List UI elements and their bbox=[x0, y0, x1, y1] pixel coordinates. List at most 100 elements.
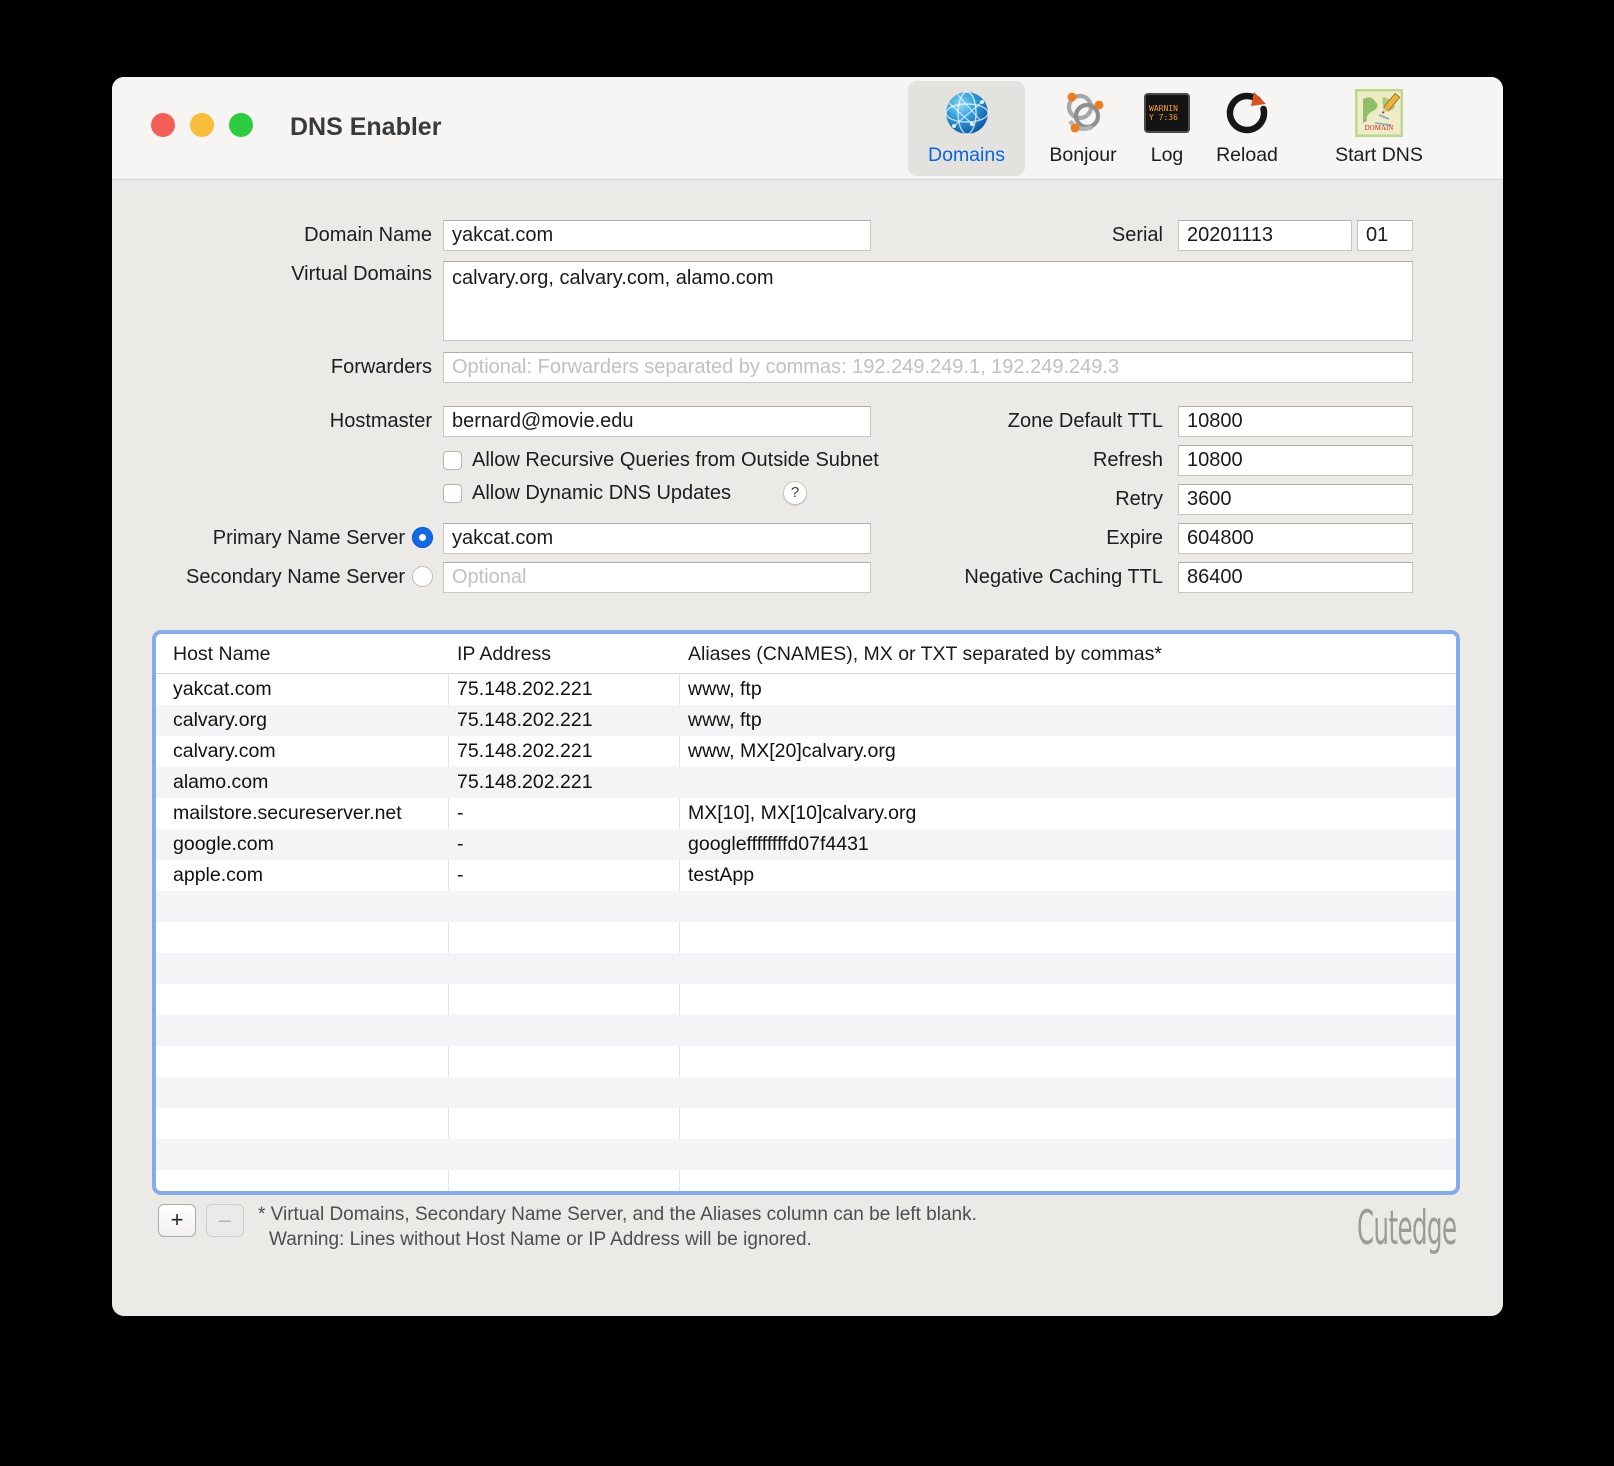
zoom-window-button[interactable] bbox=[229, 113, 253, 137]
virtual-domains-textarea[interactable]: calvary.org, calvary.com, alamo.com bbox=[443, 261, 1413, 341]
zone-default-ttl-input[interactable] bbox=[1178, 406, 1413, 437]
cell-ip-address[interactable]: - bbox=[448, 829, 679, 860]
table-row[interactable] bbox=[156, 1170, 1456, 1191]
cell-host-name[interactable]: apple.com bbox=[156, 860, 448, 891]
table-row[interactable] bbox=[156, 1108, 1456, 1139]
cell-ip-address[interactable]: 75.148.202.221 bbox=[448, 736, 679, 767]
table-row[interactable] bbox=[156, 1139, 1456, 1170]
cell-host-name[interactable]: alamo.com bbox=[156, 767, 448, 798]
cell-host-name[interactable] bbox=[156, 1170, 448, 1191]
cell-host-name[interactable] bbox=[156, 1108, 448, 1139]
cell-host-name[interactable] bbox=[156, 1077, 448, 1108]
cell-ip-address[interactable] bbox=[448, 922, 679, 953]
negative-caching-ttl-input[interactable] bbox=[1178, 562, 1413, 593]
table-row[interactable] bbox=[156, 1077, 1456, 1108]
serial-suffix-input[interactable] bbox=[1357, 220, 1413, 251]
host-table[interactable]: Host Name IP Address Aliases (CNAMES), M… bbox=[152, 630, 1460, 1195]
cell-host-name[interactable]: google.com bbox=[156, 829, 448, 860]
cell-host-name[interactable] bbox=[156, 984, 448, 1015]
cell-ip-address[interactable]: 75.148.202.221 bbox=[448, 674, 679, 705]
table-row[interactable] bbox=[156, 1046, 1456, 1077]
cell-host-name[interactable] bbox=[156, 922, 448, 953]
cell-aliases[interactable] bbox=[679, 1108, 1456, 1139]
table-row[interactable]: calvary.com75.148.202.221www, MX[20]calv… bbox=[156, 736, 1456, 767]
table-row[interactable] bbox=[156, 922, 1456, 953]
serial-input[interactable] bbox=[1178, 220, 1352, 251]
table-row[interactable]: apple.com-testApp bbox=[156, 860, 1456, 891]
table-row[interactable] bbox=[156, 1015, 1456, 1046]
cell-aliases[interactable] bbox=[679, 922, 1456, 953]
forwarders-input[interactable] bbox=[443, 352, 1413, 383]
toolbar-item-start-dns[interactable]: DOMAIN Start DNS bbox=[1324, 81, 1434, 176]
cell-ip-address[interactable]: 75.148.202.221 bbox=[448, 767, 679, 798]
secondary-name-server-radio[interactable] bbox=[412, 566, 433, 587]
column-header-ip-address[interactable]: IP Address bbox=[448, 634, 679, 674]
cell-host-name[interactable] bbox=[156, 953, 448, 984]
column-header-host-name[interactable]: Host Name bbox=[156, 634, 448, 674]
cell-ip-address[interactable] bbox=[448, 1170, 679, 1191]
minimize-window-button[interactable] bbox=[190, 113, 214, 137]
table-row[interactable]: google.com-googleffffffffd07f4431 bbox=[156, 829, 1456, 860]
add-row-button[interactable]: + bbox=[158, 1204, 196, 1237]
table-row[interactable] bbox=[156, 984, 1456, 1015]
cell-aliases[interactable]: MX[10], MX[10]calvary.org bbox=[679, 798, 1456, 829]
remove-row-button[interactable]: – bbox=[206, 1204, 244, 1237]
table-row[interactable]: calvary.org75.148.202.221www, ftp bbox=[156, 705, 1456, 736]
cell-host-name[interactable]: calvary.com bbox=[156, 736, 448, 767]
cell-host-name[interactable]: calvary.org bbox=[156, 705, 448, 736]
refresh-input[interactable] bbox=[1178, 445, 1413, 476]
hostmaster-input[interactable] bbox=[443, 406, 871, 437]
cell-aliases[interactable] bbox=[679, 1046, 1456, 1077]
cell-aliases[interactable] bbox=[679, 891, 1456, 922]
cell-aliases[interactable] bbox=[679, 1015, 1456, 1046]
cell-aliases[interactable]: testApp bbox=[679, 860, 1456, 891]
cell-host-name[interactable] bbox=[156, 1046, 448, 1077]
table-row[interactable]: alamo.com75.148.202.221 bbox=[156, 767, 1456, 798]
cell-aliases[interactable] bbox=[679, 1139, 1456, 1170]
close-window-button[interactable] bbox=[151, 113, 175, 137]
cell-ip-address[interactable] bbox=[448, 984, 679, 1015]
cell-aliases[interactable] bbox=[679, 767, 1456, 798]
cell-ip-address[interactable]: - bbox=[448, 798, 679, 829]
cell-host-name[interactable]: mailstore.secureserver.net bbox=[156, 798, 448, 829]
cell-ip-address[interactable] bbox=[448, 1046, 679, 1077]
table-row[interactable]: mailstore.secureserver.net-MX[10], MX[10… bbox=[156, 798, 1456, 829]
domain-name-input[interactable] bbox=[443, 220, 871, 251]
cell-aliases[interactable]: www, MX[20]calvary.org bbox=[679, 736, 1456, 767]
cell-host-name[interactable] bbox=[156, 1015, 448, 1046]
retry-input[interactable] bbox=[1178, 484, 1413, 515]
toolbar-item-reload[interactable]: Reload bbox=[1204, 81, 1290, 176]
cell-aliases[interactable] bbox=[679, 1077, 1456, 1108]
cell-host-name[interactable]: yakcat.com bbox=[156, 674, 448, 705]
cell-ip-address[interactable]: 75.148.202.221 bbox=[448, 705, 679, 736]
cell-ip-address[interactable] bbox=[448, 1077, 679, 1108]
toolbar-item-log[interactable]: WARNIN Y 7:36 Log bbox=[1140, 81, 1194, 176]
allow-dynamic-checkbox[interactable] bbox=[443, 484, 462, 503]
table-row[interactable]: yakcat.com75.148.202.221www, ftp bbox=[156, 674, 1456, 705]
toolbar-item-bonjour[interactable]: Bonjour bbox=[1037, 81, 1129, 176]
cell-ip-address[interactable] bbox=[448, 891, 679, 922]
cell-ip-address[interactable] bbox=[448, 953, 679, 984]
table-row[interactable] bbox=[156, 891, 1456, 922]
cell-aliases[interactable] bbox=[679, 1170, 1456, 1191]
cell-ip-address[interactable] bbox=[448, 1015, 679, 1046]
cell-host-name[interactable] bbox=[156, 1139, 448, 1170]
primary-name-server-input[interactable] bbox=[443, 523, 871, 554]
cell-ip-address[interactable] bbox=[448, 1108, 679, 1139]
allow-recursive-checkbox[interactable] bbox=[443, 451, 462, 470]
cell-ip-address[interactable] bbox=[448, 1139, 679, 1170]
table-row[interactable] bbox=[156, 953, 1456, 984]
column-header-aliases[interactable]: Aliases (CNAMES), MX or TXT separated by… bbox=[679, 634, 1456, 674]
cell-host-name[interactable] bbox=[156, 891, 448, 922]
cell-aliases[interactable]: www, ftp bbox=[679, 674, 1456, 705]
cell-aliases[interactable] bbox=[679, 984, 1456, 1015]
cell-aliases[interactable]: www, ftp bbox=[679, 705, 1456, 736]
cell-ip-address[interactable]: - bbox=[448, 860, 679, 891]
expire-input[interactable] bbox=[1178, 523, 1413, 554]
cell-aliases[interactable]: googleffffffffd07f4431 bbox=[679, 829, 1456, 860]
cell-aliases[interactable] bbox=[679, 953, 1456, 984]
help-button[interactable]: ? bbox=[783, 481, 807, 505]
primary-name-server-radio[interactable] bbox=[412, 527, 433, 548]
secondary-name-server-input[interactable] bbox=[443, 562, 871, 593]
toolbar-item-domains[interactable]: Domains bbox=[908, 81, 1025, 176]
